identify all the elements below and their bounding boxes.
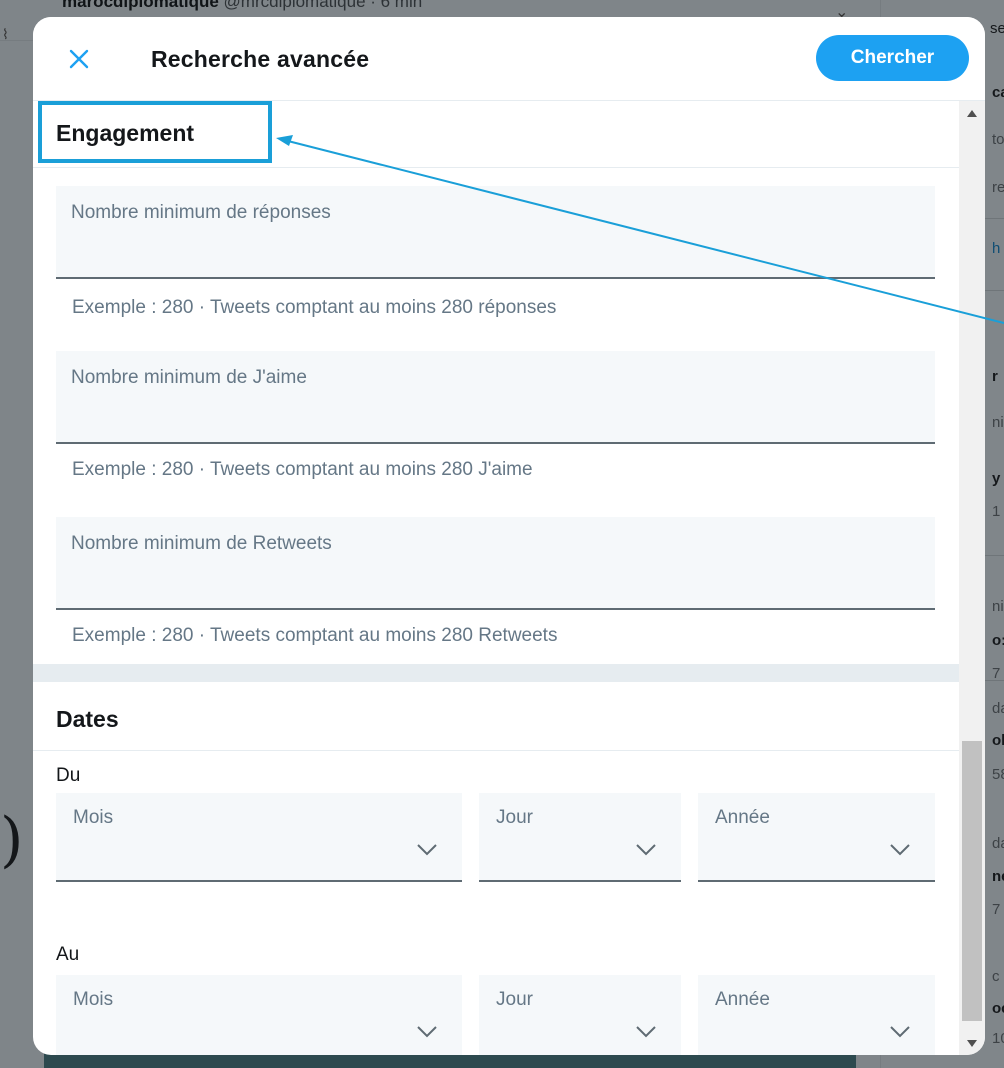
min-retweets-hint: Exemple : 280 · Tweets comptant au moins… bbox=[72, 625, 558, 646]
min-retweets-input[interactable]: Nombre minimum de Retweets bbox=[56, 517, 935, 610]
side-frag: c bbox=[992, 968, 1000, 985]
min-retweets-label: Nombre minimum de Retweets bbox=[71, 533, 332, 554]
from-day-label: Jour bbox=[496, 807, 533, 828]
side-frag: r bbox=[992, 368, 998, 385]
advanced-search-modal: Recherche avancée Chercher Engagement No… bbox=[33, 17, 985, 1055]
chevron-down-icon bbox=[890, 1026, 910, 1038]
modal-header: Recherche avancée Chercher bbox=[33, 17, 985, 101]
side-frag: da bbox=[992, 835, 1004, 852]
side-frag: se bbox=[990, 20, 1004, 37]
from-month-select[interactable]: Mois bbox=[56, 793, 462, 882]
arrow-down-icon bbox=[967, 1039, 977, 1047]
side-frag: y bbox=[992, 470, 1001, 487]
side-frag: 10 bbox=[992, 1030, 1004, 1047]
side-frag: ne bbox=[992, 868, 1004, 885]
side-frag: oc bbox=[992, 1000, 1004, 1017]
close-button[interactable] bbox=[63, 43, 95, 75]
chevron-down-icon bbox=[636, 1026, 656, 1038]
to-month-label: Mois bbox=[73, 989, 114, 1010]
chevron-down-icon bbox=[890, 844, 910, 856]
feed-tweet-name: marocdiplomatique bbox=[62, 0, 219, 11]
side-frag: ol bbox=[992, 732, 1004, 749]
min-likes-hint: Exemple : 280 · Tweets comptant au moins… bbox=[72, 459, 533, 480]
side-frag: o: bbox=[992, 632, 1004, 649]
side-frag: re bbox=[992, 179, 1004, 196]
to-day-select[interactable]: Jour bbox=[479, 975, 681, 1055]
dates-section-header: Dates bbox=[33, 682, 959, 751]
section-divider bbox=[33, 664, 959, 682]
to-month-select[interactable]: Mois bbox=[56, 975, 462, 1055]
feed-avatar-fragment: ⌇ bbox=[2, 26, 9, 42]
chevron-down-icon bbox=[417, 844, 437, 856]
to-date-label: Au bbox=[56, 944, 80, 965]
min-likes-label: Nombre minimum de J'aime bbox=[71, 367, 307, 388]
side-frag: to bbox=[992, 131, 1004, 148]
chevron-down-icon bbox=[636, 844, 656, 856]
side-frag: ni bbox=[992, 414, 1004, 431]
modal-scrollbar[interactable] bbox=[959, 101, 985, 1055]
close-icon bbox=[69, 49, 89, 69]
feed-image-fragment: ) bbox=[0, 805, 24, 875]
side-frag: 58 bbox=[992, 766, 1004, 783]
to-day-label: Jour bbox=[496, 989, 533, 1010]
to-year-select[interactable]: Année bbox=[698, 975, 935, 1055]
feed-tweet-meta: @mrcdiplomatique · 6 min bbox=[223, 0, 423, 11]
side-frag: da bbox=[992, 700, 1004, 717]
min-replies-input[interactable]: Nombre minimum de réponses bbox=[56, 186, 935, 279]
side-frag: ca bbox=[992, 84, 1004, 101]
to-year-label: Année bbox=[715, 989, 770, 1010]
scroll-down-button[interactable] bbox=[959, 1031, 985, 1055]
from-day-select[interactable]: Jour bbox=[479, 793, 681, 882]
from-date-label: Du bbox=[56, 765, 81, 786]
from-year-select[interactable]: Année bbox=[698, 793, 935, 882]
side-frag: 1 bbox=[992, 503, 1001, 520]
modal-title: Recherche avancée bbox=[151, 46, 370, 72]
from-month-label: Mois bbox=[73, 807, 114, 828]
modal-scroll-area[interactable]: Engagement Nombre minimum de réponses Ex… bbox=[33, 101, 959, 1055]
search-button[interactable]: Chercher bbox=[816, 35, 969, 81]
engagement-title: Engagement bbox=[56, 120, 195, 146]
engagement-section-header: Engagement bbox=[33, 101, 959, 168]
min-replies-label: Nombre minimum de réponses bbox=[71, 202, 331, 223]
min-replies-hint: Exemple : 280 · Tweets comptant au moins… bbox=[72, 297, 557, 318]
arrow-up-icon bbox=[967, 109, 977, 117]
feed-tweet-header: marocdiplomatique @mrcdiplomatique · 6 m… bbox=[62, 0, 422, 12]
side-frag: ni bbox=[992, 598, 1004, 615]
chevron-down-icon bbox=[417, 1026, 437, 1038]
dates-title: Dates bbox=[56, 706, 119, 732]
side-frag: 7 bbox=[992, 901, 1001, 918]
from-year-label: Année bbox=[715, 807, 770, 828]
min-likes-input[interactable]: Nombre minimum de J'aime bbox=[56, 351, 935, 444]
scrollbar-thumb[interactable] bbox=[962, 741, 982, 1021]
side-frag: h bbox=[992, 240, 1001, 257]
scroll-up-button[interactable] bbox=[959, 101, 985, 125]
